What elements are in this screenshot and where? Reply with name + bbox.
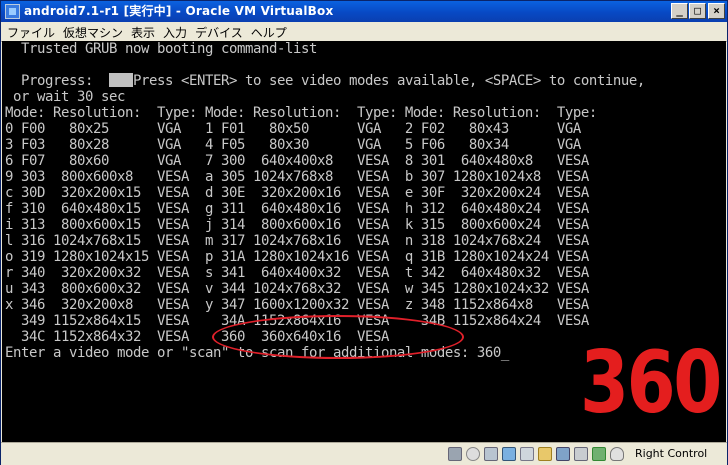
video-capture-icon[interactable]: [574, 447, 588, 461]
mode-table-row: u 343 800x600x32 VESA v 344 1024x768x32 …: [5, 281, 589, 297]
mode-table-header: Mode: Resolution: Type: Mode: Resolution…: [5, 105, 597, 121]
mode-table-row: i 313 800x600x15 VESA j 314 800x600x16 V…: [5, 217, 589, 233]
mode-table-row: l 316 1024x768x15 VESA m 317 1024x768x16…: [5, 233, 589, 249]
title-bar[interactable]: android7.1-r1 [実行中] - Oracle VM VirtualB…: [1, 1, 727, 22]
progress-label: Progress:: [5, 73, 109, 89]
vm-display[interactable]: Trusted GRUB now booting command-list Pr…: [2, 41, 726, 442]
mouse-integration-icon[interactable]: [610, 447, 624, 461]
window-title: android7.1-r1 [実行中] - Oracle VM VirtualB…: [24, 4, 334, 18]
status-bar: Right Control: [1, 442, 727, 465]
mode-table-row: r 340 320x200x32 VESA s 341 640x400x32 V…: [5, 265, 589, 281]
virtualbox-app-icon[interactable]: [5, 4, 20, 19]
hard-disk-icon[interactable]: [448, 447, 462, 461]
optical-drive-icon[interactable]: [466, 447, 480, 461]
boot-console: Trusted GRUB now booting command-list Pr…: [5, 41, 645, 361]
mode-table-row: x 346 320x200x8 VESA y 347 1600x1200x32 …: [5, 297, 589, 313]
close-button[interactable]: ×: [708, 3, 725, 19]
mode-table-row: 9 303 800x600x8 VESA a 305 1024x768x8 VE…: [5, 169, 589, 185]
display-icon[interactable]: [556, 447, 570, 461]
network-icon[interactable]: [502, 447, 516, 461]
progress-block: [108, 73, 133, 87]
audio-icon[interactable]: [484, 447, 498, 461]
minimize-button[interactable]: _: [671, 3, 688, 19]
mode-table-row: 0 F00 80x25 VGA 1 F01 80x50 VGA 2 F02 80…: [5, 121, 581, 137]
virtualbox-window: android7.1-r1 [実行中] - Oracle VM VirtualB…: [0, 0, 728, 465]
cpu-icon[interactable]: [592, 447, 606, 461]
video-mode-hint: Press <ENTER> to see video modes availab…: [132, 73, 645, 89]
highlight-ellipse: [212, 315, 464, 359]
menu-bar: ファイル 仮想マシン 表示 入力 デバイス ヘルプ: [1, 22, 727, 42]
host-key-label: Right Control: [635, 447, 708, 460]
mode-table-row: f 310 640x480x15 VESA g 311 640x480x16 V…: [5, 201, 589, 217]
mode-table-row: c 30D 320x200x15 VESA d 30E 320x200x16 V…: [5, 185, 589, 201]
maximize-button[interactable]: □: [689, 3, 706, 19]
shared-folder-icon[interactable]: [538, 447, 552, 461]
mode-table-row: o 319 1280x1024x15 VESA p 31A 1280x1024x…: [5, 249, 589, 265]
mode-table-row: 6 F07 80x60 VGA 7 300 640x400x8 VESA 8 3…: [5, 153, 589, 169]
mode-table-row: 3 F03 80x28 VGA 4 F05 80x30 VGA 5 F06 80…: [5, 137, 581, 153]
mode-annotation-text: 360: [580, 333, 722, 433]
wait-line: or wait 30 sec: [5, 89, 125, 105]
usb-icon[interactable]: [520, 447, 534, 461]
grub-boot-line: Trusted GRUB now booting command-list: [5, 41, 317, 57]
